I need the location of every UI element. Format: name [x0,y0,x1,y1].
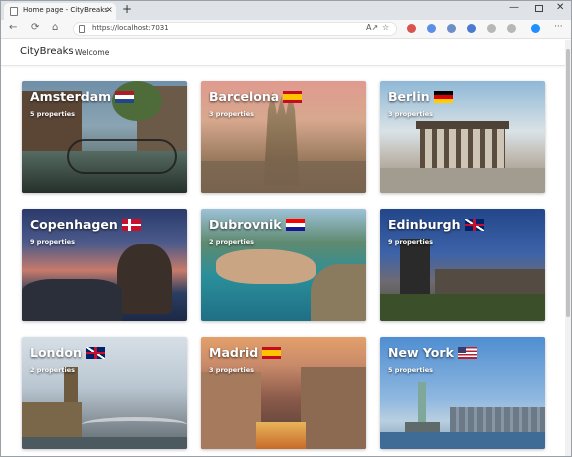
city-name: Barcelona [209,89,303,104]
city-card-dubrovnik[interactable]: Dubrovnik 2 properties [201,209,366,321]
building [301,367,366,449]
city-card-copenhagen[interactable]: Copenhagen 9 properties [22,209,187,321]
web-page: CityBreaks Welcome Amsterdam 5 propertie… [1,40,565,456]
browser-toolbar: ← ⟳ ⌂ https://localhost:7031 A↗ ☆ ··· [1,20,571,39]
city-card-new-york[interactable]: New York 5 properties [380,337,545,449]
extension-icon[interactable] [427,24,436,33]
close-window-icon[interactable]: ✕ [556,2,564,13]
more-options-icon[interactable]: ··· [554,22,563,32]
lock-icon[interactable] [79,25,85,33]
city-name: New York [388,345,477,360]
building [201,372,261,449]
property-count: 2 properties [30,366,75,374]
site-navbar: CityBreaks Welcome [1,40,565,66]
address-bar[interactable]: https://localhost:7031 A↗ ☆ [73,22,397,36]
back-icon[interactable]: ← [9,22,17,33]
city-card-amsterdam[interactable]: Amsterdam 5 properties [22,81,187,193]
home-icon[interactable]: ⌂ [52,22,58,33]
read-aloud-icon[interactable]: A↗ [366,23,378,32]
city-name: London [30,345,105,360]
minimize-icon[interactable]: — [509,2,519,13]
browser-tab[interactable]: Home page - CityBreaks × [4,3,116,20]
collections-icon[interactable] [487,24,496,33]
netherlands-flag-icon [115,90,135,103]
tab-title: Home page - CityBreaks [23,6,108,14]
gate-top [416,121,509,129]
harbor-water [380,432,545,449]
scrollbar-thumb[interactable] [566,49,570,317]
city-name: Copenhagen [30,217,141,232]
property-count: 5 properties [388,366,433,374]
old-town [216,249,316,284]
property-count: 3 properties [388,110,433,118]
hill [380,294,545,321]
gran-via-street [256,422,306,449]
city-name: Berlin [388,89,453,104]
city-card-berlin[interactable]: Berlin 3 properties [380,81,545,193]
city-name: Edinburgh [388,217,484,232]
city-blocks [201,161,366,193]
bicycles [67,139,177,174]
brandenburg-gate [420,126,505,168]
river-thames [22,437,187,449]
city-card-madrid[interactable]: Madrid 3 properties [201,337,366,449]
denmark-flag-icon [121,218,141,231]
manhattan-skyline [450,407,545,432]
property-count: 3 properties [209,366,254,374]
uk-flag-icon [464,218,484,231]
extension-icon[interactable] [407,24,416,33]
city-card-london[interactable]: London 2 properties [22,337,187,449]
add-favorite-icon[interactable]: ☆ [382,23,389,32]
url-text[interactable]: https://localhost:7031 [92,24,169,32]
uk-flag-icon [85,346,105,359]
croatia-flag-icon [285,218,305,231]
parliament [22,402,82,437]
tab-strip: Home page - CityBreaks × + — ✕ [1,1,571,20]
spain-flag-icon [283,90,303,103]
hillside [311,264,366,321]
city-name: Madrid [209,345,282,360]
property-count: 5 properties [30,110,75,118]
bridge [82,417,187,432]
property-count: 9 properties [388,238,433,246]
plaza [380,168,545,193]
city-card-barcelona[interactable]: Barcelona 3 properties [201,81,366,193]
extension-icon[interactable] [447,24,456,33]
property-count: 3 properties [209,110,254,118]
maximize-icon[interactable] [535,5,543,12]
new-tab-button[interactable]: + [122,2,132,16]
profile-icon[interactable] [507,24,516,33]
city-name: Dubrovnik [209,217,305,232]
rocks [22,279,122,321]
close-tab-icon[interactable]: × [106,5,113,14]
city-card-edinburgh[interactable]: Edinburgh 9 properties [380,209,545,321]
property-count: 9 properties [30,238,75,246]
site-brand[interactable]: CityBreaks [20,46,74,57]
property-count: 2 properties [209,238,254,246]
city-name: Amsterdam [30,89,135,104]
city-skyline [435,269,545,294]
germany-flag-icon [433,90,453,103]
avatar[interactable] [531,24,540,33]
extension-icon[interactable] [467,24,476,33]
little-mermaid-statue [117,244,172,314]
browser-window: Home page - CityBreaks × + — ✕ ← ⟳ ⌂ htt… [0,0,572,457]
reload-icon[interactable]: ⟳ [31,22,39,33]
spain-flag-icon [262,346,282,359]
nav-link-welcome[interactable]: Welcome [75,48,109,57]
page-icon [10,7,18,16]
usa-flag-icon [457,346,477,359]
